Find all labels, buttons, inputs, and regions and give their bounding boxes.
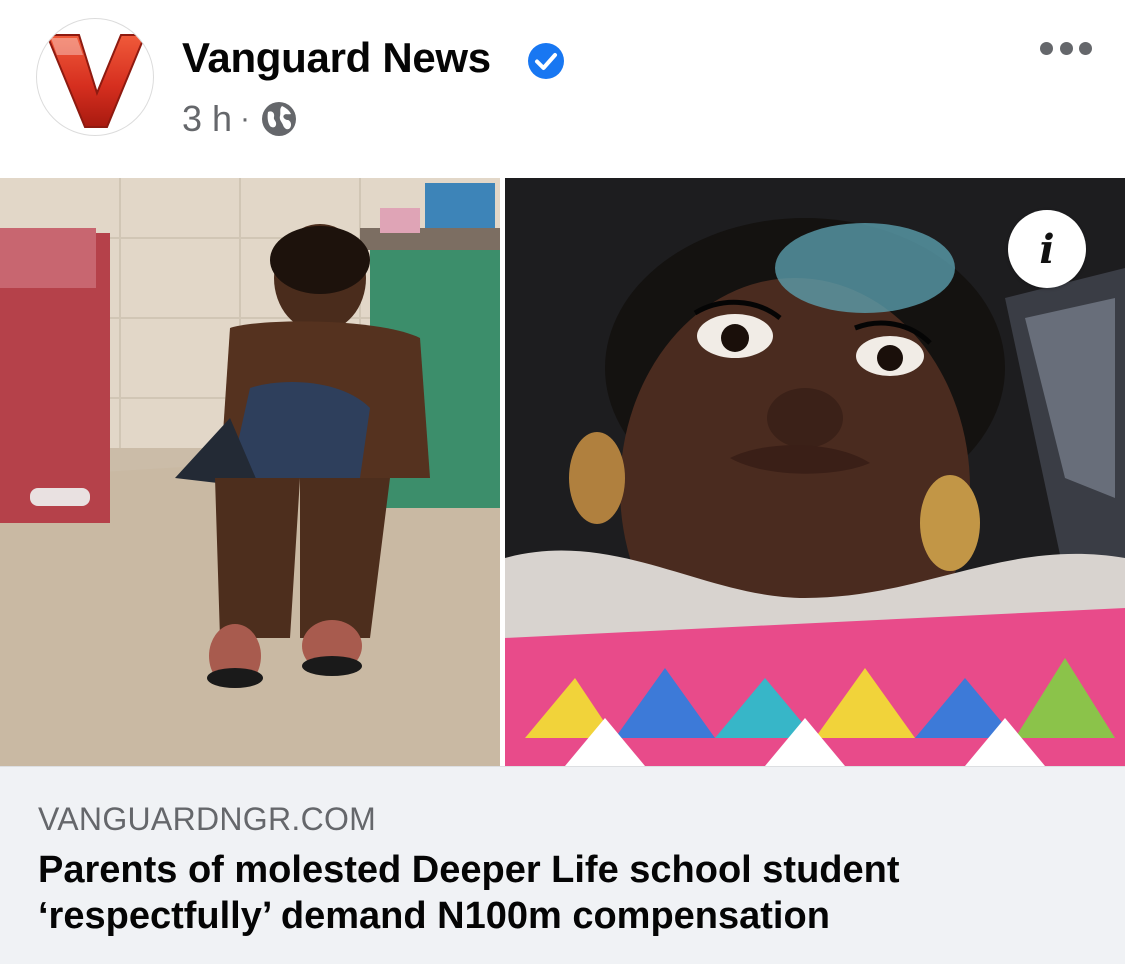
link-domain: VANGUARDNGR.COM [38, 801, 377, 837]
post-media[interactable] [0, 178, 1125, 766]
post-time[interactable]: 3 h [182, 98, 232, 140]
post-header: Vanguard News 3 h · [0, 0, 1125, 178]
more-dot [1059, 41, 1073, 55]
link-headline[interactable]: Parents of molested Deeper Life school s… [38, 847, 1078, 939]
post-meta: 3 h · [182, 98, 298, 140]
link-preview[interactable]: VANGUARDNGR.COM Parents of molested Deep… [0, 766, 1125, 964]
globe-icon [262, 102, 297, 136]
vanguard-logo [45, 34, 147, 128]
verified-badge-icon [528, 43, 564, 79]
info-icon[interactable]: i [1008, 210, 1086, 288]
page-name[interactable]: Vanguard News [182, 34, 491, 82]
post-bottom-spacer [0, 964, 1125, 977]
photo-boy-image [0, 178, 500, 766]
page-avatar[interactable] [36, 18, 154, 136]
photo-boy [0, 178, 500, 766]
more-dot [1040, 41, 1053, 55]
info-symbol: i [1039, 225, 1055, 273]
more-dot [1079, 41, 1092, 55]
meta-separator: · [240, 102, 251, 135]
more-options-icon[interactable] [1040, 28, 1092, 68]
